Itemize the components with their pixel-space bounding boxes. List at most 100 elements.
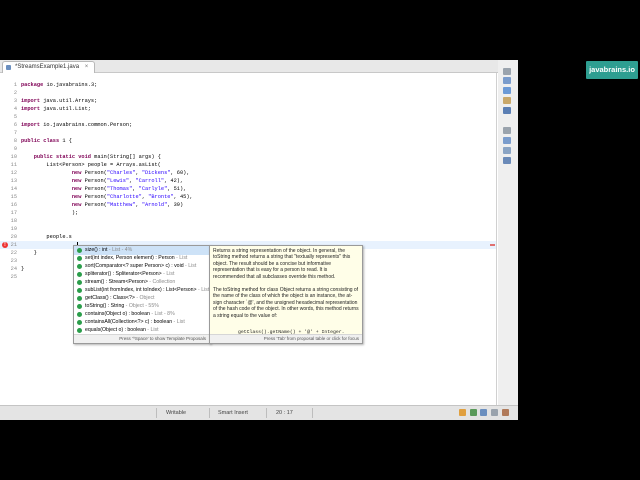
autocomplete-item-signature: sort(Comparator<? super Person> c) : voi… xyxy=(85,263,184,269)
close-icon[interactable]: × xyxy=(85,64,89,70)
eclipse-window: *StreamsExample1.java × 1 package io.java… xyxy=(0,60,518,420)
code-line: public static void main(String[] args) { xyxy=(33,154,161,160)
public-method-icon xyxy=(77,272,82,277)
notification-icon[interactable] xyxy=(459,409,466,416)
line-number: 20 xyxy=(10,234,17,240)
line-number: 7 xyxy=(13,130,17,136)
status-bar: Writable Smart Insert 20 : 17 xyxy=(0,405,518,420)
autocomplete-item-signature: equals(Object o) : boolean xyxy=(85,327,146,333)
autocomplete-item-source: - List - 8% xyxy=(149,311,175,317)
javadoc-popup[interactable]: Returns a string representation of the o… xyxy=(209,245,363,344)
autocomplete-item-source: - List xyxy=(174,255,188,261)
autocomplete-item-source: - List xyxy=(183,263,197,269)
line-number: 19 xyxy=(10,226,17,232)
public-method-icon xyxy=(77,312,82,317)
connection-icon[interactable] xyxy=(480,409,487,416)
status-insert-mode[interactable]: Smart Insert xyxy=(218,409,248,417)
code-line: new Person("Lewis", "Carroll", 42), xyxy=(71,178,184,184)
hierarchy-icon[interactable] xyxy=(503,87,511,94)
public-method-icon xyxy=(77,288,82,293)
build-icon[interactable] xyxy=(502,409,509,416)
line-number: 3 xyxy=(13,98,17,104)
line-number: 13 xyxy=(10,178,17,184)
code-editor[interactable]: 1 package io.javabrains.3; 2 3 import java.u… xyxy=(0,73,497,405)
code-line: import java.util.Arrays; xyxy=(21,98,98,104)
code-line: ); xyxy=(21,210,79,216)
status-separator xyxy=(266,408,267,418)
javadoc-hint: Press 'Tab' from proposal table or click… xyxy=(210,334,362,343)
autocomplete-hint: Press '^Space' to show Template Proposal… xyxy=(74,334,210,343)
code-line: import java.util.List; xyxy=(21,106,91,112)
status-separator xyxy=(209,408,210,418)
line-number: 5 xyxy=(13,114,17,120)
autocomplete-item-signature: size() : int xyxy=(85,247,108,253)
line-number: 4 xyxy=(13,106,17,112)
public-method-icon xyxy=(77,328,82,333)
code-line: new Person("Charlotte", "Bronte", 45), xyxy=(71,194,193,200)
autocomplete-item-signature: toString() : String xyxy=(85,303,125,309)
overview-ruler-error[interactable] xyxy=(490,244,495,246)
autocomplete-item-source: - List xyxy=(172,319,185,325)
tasks-icon[interactable] xyxy=(491,409,498,416)
autocomplete-item-signature: contains(Object o) : boolean xyxy=(85,311,150,317)
task-icon[interactable] xyxy=(503,97,511,104)
editor-tab[interactable]: *StreamsExample1.java × xyxy=(2,61,96,73)
line-number: 16 xyxy=(10,202,17,208)
autocomplete-item-source: - List xyxy=(145,327,159,333)
code-line: } xyxy=(21,266,25,272)
code-line: package io.javabrains.3; xyxy=(21,82,98,88)
line-number: 25 xyxy=(10,274,17,280)
line-number: 8 xyxy=(13,138,17,144)
autocomplete-item-signature: spliterator() : Spliterator<Person> xyxy=(85,271,162,277)
line-number: 2 xyxy=(13,90,17,96)
right-toolbar xyxy=(498,60,518,405)
status-separator xyxy=(312,408,313,418)
public-method-icon xyxy=(77,264,82,269)
line-number: 18 xyxy=(10,218,17,224)
code-line: } xyxy=(21,250,37,256)
autocomplete-item-signature: containsAll(Collection<?> c) : boolean xyxy=(85,319,173,325)
console-icon[interactable] xyxy=(503,107,511,114)
autocomplete-item-signature: getClass() : Class<?> xyxy=(85,295,135,301)
code-line: new Person("Charles", "Dickens", 60), xyxy=(71,170,190,176)
line-number: 23 xyxy=(10,258,17,264)
restore-icon[interactable] xyxy=(503,127,511,134)
line-number: 10 xyxy=(10,154,17,160)
autocomplete-item-signature: stream() : Stream<Person> xyxy=(85,279,148,285)
autocomplete-popup[interactable]: size() : int - List - 4% set(int index, P… xyxy=(73,245,211,344)
public-method-icon xyxy=(77,304,82,309)
autocomplete-item-source: - List xyxy=(196,287,210,293)
code-line: List<Person> people = Arrays.asList( xyxy=(21,162,161,168)
public-method-icon xyxy=(77,256,82,261)
editor-tab-title: *StreamsExample1.java xyxy=(15,64,80,70)
outline-icon[interactable] xyxy=(503,77,511,84)
line-number: 12 xyxy=(10,170,17,176)
line-number: 14 xyxy=(10,186,17,192)
autocomplete-item-signature: set(int index, Person element) : Person xyxy=(85,255,175,261)
code-line: import io.javabrains.common.Person; xyxy=(21,122,133,128)
autocomplete-item-source: - Object - 55% xyxy=(124,303,159,309)
line-number: 6 xyxy=(13,122,17,128)
java-file-icon xyxy=(6,65,11,70)
javadoc-paragraph-1: Returns a string representation of the o… xyxy=(213,248,351,280)
status-cursor-position: 20 : 17 xyxy=(276,410,293,416)
progress-icon[interactable] xyxy=(470,409,477,416)
status-separator xyxy=(156,408,157,418)
error-marker-icon[interactable]: ! xyxy=(2,242,8,248)
minimize-icon[interactable] xyxy=(503,68,511,75)
line-number: 1 xyxy=(13,82,17,88)
declaration-icon[interactable] xyxy=(503,157,511,164)
problems-icon[interactable] xyxy=(503,137,511,144)
public-method-icon xyxy=(77,280,82,285)
javadoc-paragraph-2: The toString method for class Object ret… xyxy=(213,287,359,319)
public-method-icon xyxy=(77,320,82,325)
line-number: 9 xyxy=(13,146,17,152)
code-line: public class 1 { xyxy=(21,138,72,144)
autocomplete-item-signature: subList(int fromIndex, int toIndex) : Li… xyxy=(85,287,197,293)
autocomplete-item-source: - List - 4% xyxy=(107,247,133,253)
status-writable: Writable xyxy=(166,410,187,416)
javadoc-icon[interactable] xyxy=(503,147,511,154)
autocomplete-item-source: - List xyxy=(161,271,175,277)
code-line: new Person("Thomas", "Carlyle", 51), xyxy=(71,186,187,192)
public-method-icon xyxy=(77,296,82,301)
